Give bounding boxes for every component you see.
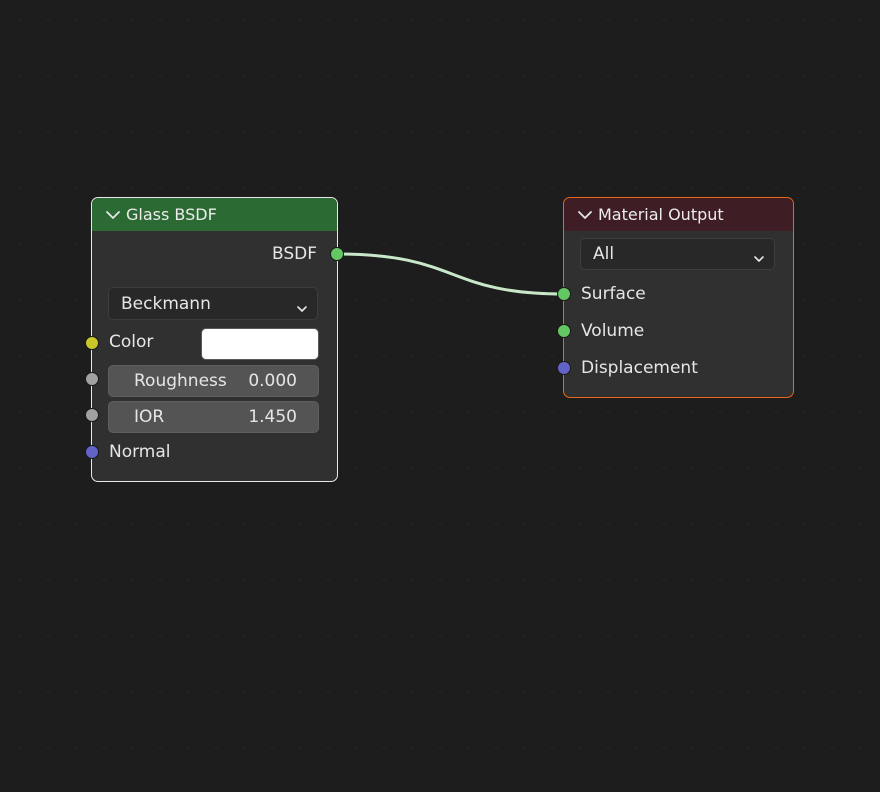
color-swatch[interactable] xyxy=(201,328,319,360)
color-input-socket[interactable] xyxy=(85,336,99,350)
chevron-down-icon xyxy=(753,249,765,269)
roughness-label: Roughness xyxy=(134,371,227,391)
distribution-dropdown[interactable]: Beckmann xyxy=(108,287,318,320)
ior-slider[interactable]: IOR 1.450 xyxy=(108,401,319,433)
glass-bsdf-header[interactable]: Glass BSDF xyxy=(92,198,337,231)
node-editor-canvas[interactable]: Glass BSDF BSDF Beckmann Color Roughness… xyxy=(0,0,880,792)
chevron-down-icon[interactable] xyxy=(576,206,594,224)
volume-input-label: Volume xyxy=(581,321,645,341)
glass-bsdf-node[interactable]: Glass BSDF BSDF Beckmann Color Roughness… xyxy=(91,197,338,482)
chevron-down-icon[interactable] xyxy=(104,206,122,224)
color-input-label: Color xyxy=(109,332,154,352)
roughness-value: 0.000 xyxy=(248,371,297,391)
surface-input-socket[interactable] xyxy=(557,287,571,301)
link-bsdf-to-surface[interactable] xyxy=(336,252,565,296)
roughness-input-socket[interactable] xyxy=(85,372,99,386)
displacement-input-label: Displacement xyxy=(581,358,698,378)
chevron-down-icon xyxy=(296,299,308,319)
ior-input-socket[interactable] xyxy=(85,408,99,422)
material-output-title: Material Output xyxy=(598,205,724,224)
ior-value: 1.450 xyxy=(248,407,297,427)
normal-input-label: Normal xyxy=(109,442,171,462)
displacement-input-socket[interactable] xyxy=(557,361,571,375)
material-output-header[interactable]: Material Output xyxy=(564,198,793,231)
bsdf-output-socket[interactable] xyxy=(330,247,344,261)
target-value: All xyxy=(593,244,615,264)
glass-bsdf-title: Glass BSDF xyxy=(126,205,217,224)
bsdf-output-label: BSDF xyxy=(271,244,317,264)
normal-input-socket[interactable] xyxy=(85,445,99,459)
ior-label: IOR xyxy=(134,407,165,427)
roughness-slider[interactable]: Roughness 0.000 xyxy=(108,365,319,397)
material-output-node[interactable]: Material Output All Surface Volume Displ… xyxy=(563,197,794,398)
distribution-value: Beckmann xyxy=(121,293,211,314)
volume-input-socket[interactable] xyxy=(557,324,571,338)
surface-input-label: Surface xyxy=(581,284,646,304)
target-dropdown[interactable]: All xyxy=(580,238,775,270)
